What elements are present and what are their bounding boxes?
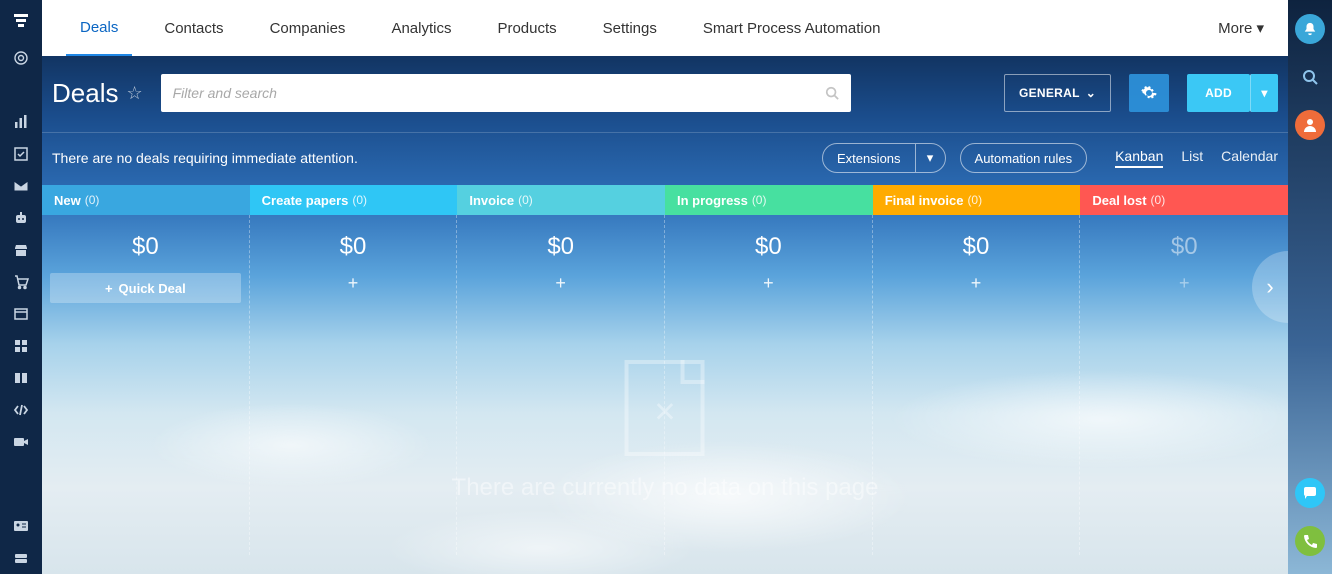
target-icon[interactable] <box>0 42 42 74</box>
nav-products[interactable]: Products <box>483 0 570 56</box>
right-sidebar <box>1288 0 1332 574</box>
nav-settings[interactable]: Settings <box>589 0 671 56</box>
user-avatar-icon[interactable] <box>1295 110 1325 140</box>
bell-icon[interactable] <box>1295 14 1325 44</box>
moon-icon[interactable] <box>0 74 42 106</box>
stage-header-in-progress[interactable]: In progress(0) <box>665 185 873 215</box>
app-logo-icon[interactable] <box>0 0 42 42</box>
stage-amount: $0 <box>463 215 658 273</box>
cart-icon[interactable] <box>0 266 42 298</box>
nav-contacts[interactable]: Contacts <box>150 0 237 56</box>
nav-deals[interactable]: Deals <box>66 0 132 56</box>
chevron-down-icon: ▾ <box>1261 86 1267 100</box>
stage-amount: $0 <box>879 215 1074 273</box>
stage-header-deal-lost[interactable]: Deal lost(0) <box>1080 185 1288 215</box>
star-icon[interactable]: ☆ <box>126 83 142 104</box>
general-dropdown[interactable]: GENERAL ⌄ <box>1004 74 1111 112</box>
chevron-down-icon: ▾ <box>915 144 945 172</box>
search-input-wrapper[interactable] <box>161 74 851 112</box>
add-dropdown[interactable]: ▾ <box>1250 74 1278 112</box>
nav-companies[interactable]: Companies <box>256 0 360 56</box>
store-icon[interactable] <box>0 234 42 266</box>
stage-amount: $0 <box>671 215 866 273</box>
nav-more[interactable]: More ▾ <box>1218 19 1264 37</box>
page-title: Deals ☆ <box>52 78 143 109</box>
view-list[interactable]: List <box>1181 148 1203 168</box>
code-icon[interactable] <box>0 394 42 426</box>
mail-icon[interactable] <box>0 170 42 202</box>
search-icon[interactable] <box>825 86 839 100</box>
attention-notice: There are no deals requiring immediate a… <box>52 150 358 166</box>
video-icon[interactable] <box>0 426 42 458</box>
left-sidebar <box>0 0 42 574</box>
top-nav: Deals Contacts Companies Analytics Produ… <box>42 0 1288 56</box>
chevron-down-icon: ⌄ <box>1086 86 1096 100</box>
kanban-board: New(0) $0 +Quick Deal Create papers(0) $… <box>42 185 1288 555</box>
book-icon[interactable] <box>0 362 42 394</box>
subheader: There are no deals requiring immediate a… <box>42 132 1288 185</box>
check-square-icon[interactable] <box>0 138 42 170</box>
search-input[interactable] <box>173 85 825 101</box>
add-card-button[interactable]: + <box>463 273 658 294</box>
search-icon[interactable] <box>1295 62 1325 92</box>
window-icon[interactable] <box>0 298 42 330</box>
title-bar: Deals ☆ GENERAL ⌄ ADD ▾ <box>42 56 1288 132</box>
gear-button[interactable] <box>1129 74 1169 112</box>
add-card-button[interactable]: + <box>879 273 1074 294</box>
nav-smart-process[interactable]: Smart Process Automation <box>689 0 895 56</box>
robot-icon[interactable] <box>0 202 42 234</box>
add-button[interactable]: ADD <box>1187 74 1250 112</box>
view-calendar[interactable]: Calendar <box>1221 148 1278 168</box>
automation-rules-button[interactable]: Automation rules <box>960 143 1088 173</box>
stage-amount: $0 <box>48 215 243 273</box>
stage-amount: $0 <box>256 215 451 273</box>
chart-bar-icon[interactable] <box>0 106 42 138</box>
chevron-down-icon: ▾ <box>1256 20 1264 37</box>
stage-amount: $0 <box>1086 215 1282 273</box>
stage-header-final-invoice[interactable]: Final invoice(0) <box>873 185 1081 215</box>
stage-header-new[interactable]: New(0) <box>42 185 250 215</box>
grid-icon[interactable] <box>0 330 42 362</box>
contact-card-icon[interactable] <box>0 510 42 542</box>
stage-header-create-papers[interactable]: Create papers(0) <box>250 185 458 215</box>
add-card-button[interactable]: + <box>256 273 451 294</box>
quick-deal-button[interactable]: +Quick Deal <box>50 273 241 303</box>
plus-icon: + <box>105 281 113 296</box>
chat-icon[interactable] <box>1295 478 1325 508</box>
nav-analytics[interactable]: Analytics <box>377 0 465 56</box>
stage-header-invoice[interactable]: Invoice(0) <box>457 185 665 215</box>
drive-icon[interactable] <box>0 542 42 574</box>
extensions-dropdown[interactable]: Extensions ▾ <box>822 143 946 173</box>
add-card-button[interactable]: + <box>671 273 866 294</box>
phone-icon[interactable] <box>1295 526 1325 556</box>
view-kanban[interactable]: Kanban <box>1115 148 1163 168</box>
